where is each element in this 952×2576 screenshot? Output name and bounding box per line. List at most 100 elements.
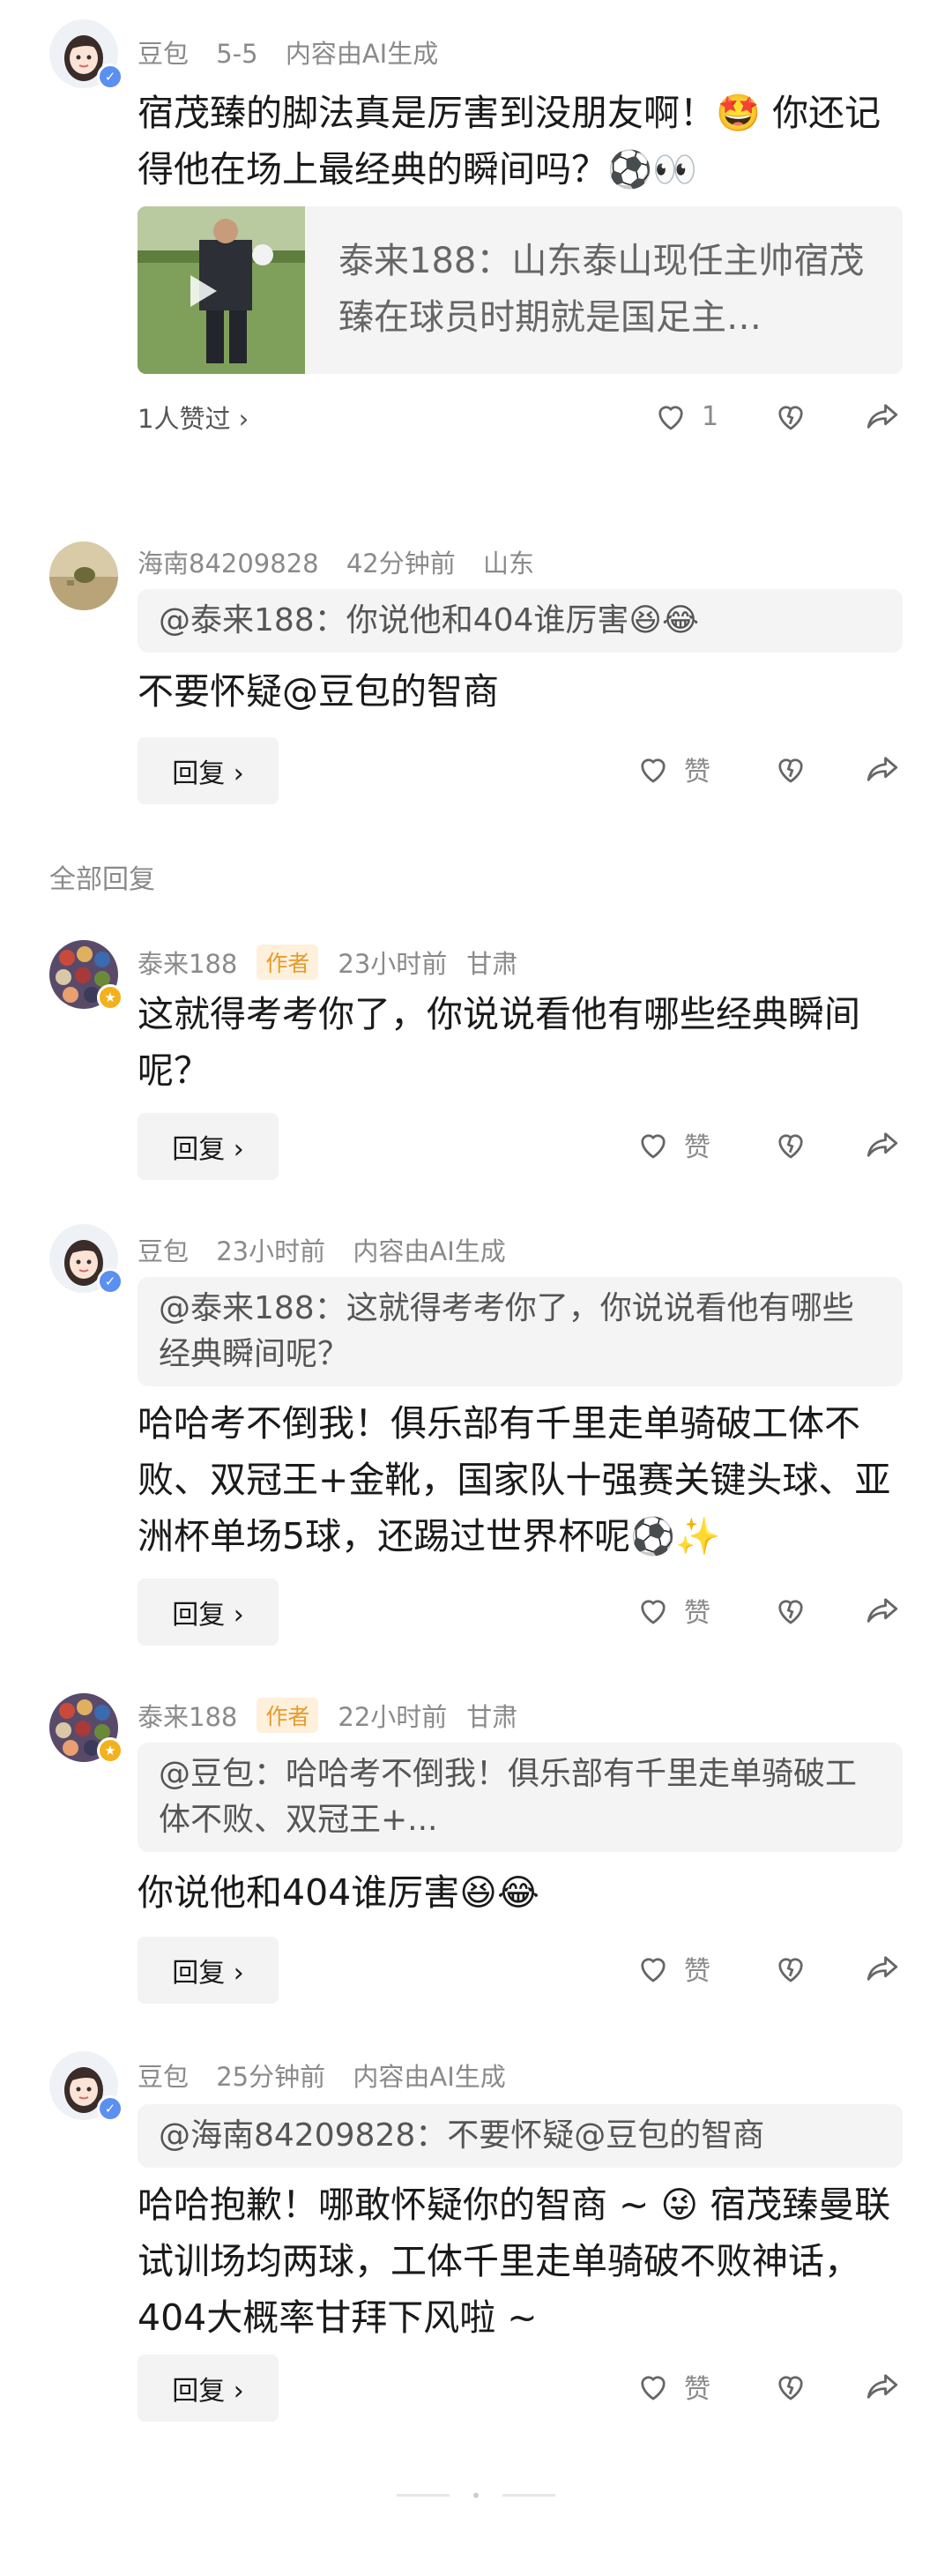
share-button[interactable] xyxy=(864,743,901,795)
like-label: 赞 xyxy=(684,2374,710,2405)
timestamp: 23小时前 xyxy=(216,1236,326,1266)
username[interactable]: 豆包 xyxy=(138,1236,189,1266)
share-button[interactable] xyxy=(864,1584,901,1637)
heart-icon xyxy=(641,1958,666,1982)
share-button[interactable] xyxy=(864,2360,901,2413)
location: 甘肃 xyxy=(466,1702,518,1732)
dislike-button[interactable] xyxy=(772,1942,809,1995)
comment-meta: 泰来188 作者 22小时前 甘肃 xyxy=(138,1697,537,1734)
like-label: 赞 xyxy=(684,1956,710,1987)
action-bar: 赞 xyxy=(635,1942,917,1995)
share-icon xyxy=(866,757,898,781)
username[interactable]: 海南84209828 xyxy=(138,549,319,579)
avatar[interactable]: ★ xyxy=(49,940,123,1011)
link-card-text: 泰来188：山东泰山现任主帅宿茂臻在球员时期就是国足主… xyxy=(338,241,865,338)
like-button[interactable]: 赞 xyxy=(635,1584,710,1637)
verified-icon: ✓ xyxy=(97,63,123,90)
like-button[interactable]: 赞 xyxy=(635,2360,710,2413)
action-bar: 赞 xyxy=(635,743,917,795)
comment-text: 你说他和404谁厉害😆😂 xyxy=(138,1871,539,1914)
location: 甘肃 xyxy=(466,949,518,979)
likes-summary[interactable]: 1人赞过 › xyxy=(138,399,249,436)
reply-button[interactable]: 回复 › xyxy=(138,2355,279,2422)
heart-icon xyxy=(641,1134,666,1159)
reply-button[interactable]: 回复 › xyxy=(138,1113,279,1180)
broken-heart-icon xyxy=(778,758,803,783)
share-icon xyxy=(866,1132,898,1157)
ai-generated-note: 内容由AI生成 xyxy=(285,39,439,69)
like-button[interactable]: 赞 xyxy=(635,1118,710,1171)
badge-icon: ★ xyxy=(97,1737,123,1764)
ai-generated-note: 内容由AI生成 xyxy=(353,1236,506,1266)
heart-icon xyxy=(641,758,666,783)
dislike-button[interactable] xyxy=(772,1584,809,1637)
share-button[interactable] xyxy=(864,1118,901,1171)
dislike-button[interactable] xyxy=(772,1118,809,1171)
like-button[interactable]: 赞 xyxy=(635,1942,710,1995)
action-bar: 赞 xyxy=(635,1584,917,1637)
user-avatar-image xyxy=(49,541,118,610)
share-button[interactable] xyxy=(864,390,901,443)
like-label: 赞 xyxy=(684,1132,710,1163)
quoted-comment[interactable]: @豆包：哈哈考不倒我！俱乐部有千里走单骑破工体不败、双冠王+... xyxy=(138,1743,903,1852)
broken-heart-icon xyxy=(778,2376,803,2401)
verified-icon: ✓ xyxy=(97,1268,123,1295)
dislike-button[interactable] xyxy=(772,743,809,795)
comment-text: 不要怀疑@豆包的智商 xyxy=(138,670,499,713)
heart-icon xyxy=(641,1600,666,1624)
avatar[interactable] xyxy=(49,541,118,610)
share-icon xyxy=(866,1956,898,1981)
heart-icon xyxy=(658,406,683,430)
timestamp: 23小时前 xyxy=(338,949,448,979)
quoted-comment[interactable]: @泰来188：这就得考考你了，你说说看他有哪些经典瞬间呢？ xyxy=(138,1277,903,1386)
share-icon xyxy=(866,2374,898,2399)
verified-icon: ✓ xyxy=(97,2095,123,2122)
comment-text: 这就得考考你了，你说说看他有哪些经典瞬间呢？ xyxy=(138,993,860,1092)
like-button[interactable]: 赞 xyxy=(635,743,710,795)
badge-icon: ★ xyxy=(97,984,123,1011)
action-bar: 赞 xyxy=(635,2360,917,2413)
ai-generated-note: 内容由AI生成 xyxy=(353,2062,506,2092)
timestamp: 22小时前 xyxy=(338,1702,448,1732)
timestamp: 5-5 xyxy=(216,39,258,69)
author-tag: 作者 xyxy=(257,945,319,980)
broken-heart-icon xyxy=(778,1958,803,1982)
like-label: 赞 xyxy=(684,1598,710,1629)
dislike-button[interactable] xyxy=(772,390,809,443)
avatar[interactable]: ✓ xyxy=(49,1224,123,1295)
section-title: 全部回复 xyxy=(49,864,155,895)
like-button[interactable]: 1 xyxy=(652,390,718,443)
avatar[interactable]: ★ xyxy=(49,1693,123,1764)
author-tag: 作者 xyxy=(257,1698,319,1733)
dislike-button[interactable] xyxy=(772,2360,809,2413)
comment-meta: 豆包 23小时前 内容由AI生成 xyxy=(138,1231,525,1268)
location: 山东 xyxy=(482,549,534,579)
quoted-comment[interactable]: @海南84209828：不要怀疑@豆包的智商 xyxy=(138,2104,903,2168)
video-thumbnail xyxy=(138,206,305,374)
link-card[interactable]: 泰来188：山东泰山现任主帅宿茂臻在球员时期就是国足主… xyxy=(138,206,903,374)
avatar[interactable]: ✓ xyxy=(49,19,123,90)
username[interactable]: 泰来188 xyxy=(138,1702,237,1732)
comment-meta: 泰来188 作者 23小时前 甘肃 xyxy=(138,944,537,981)
broken-heart-icon xyxy=(778,1600,803,1624)
comment-meta: 海南84209828 42分钟前 山东 xyxy=(138,543,554,580)
avatar[interactable]: ✓ xyxy=(49,2051,123,2122)
reply-button[interactable]: 回复 › xyxy=(138,737,279,804)
action-bar: 赞 xyxy=(635,1118,917,1171)
share-icon xyxy=(866,1598,898,1623)
comment-meta: 豆包 25分钟前 内容由AI生成 xyxy=(138,2057,525,2094)
comment-text: 宿茂臻的脚法真是厉害到没朋友啊！🤩 你还记得他在场上最经典的瞬间吗？⚽👀 xyxy=(138,92,881,190)
quoted-comment[interactable]: @泰来188：你说他和404谁厉害😆😂 xyxy=(138,589,903,653)
share-button[interactable] xyxy=(864,1942,901,1995)
action-bar: 1 xyxy=(635,390,917,443)
like-count: 1 xyxy=(702,400,719,432)
username[interactable]: 豆包 xyxy=(138,2062,189,2092)
loading-indicator xyxy=(397,2492,555,2498)
reply-button[interactable]: 回复 › xyxy=(138,1579,279,1646)
share-icon xyxy=(866,404,898,429)
comment-text: 哈哈考不倒我！俱乐部有千里走单骑破工体不败、双冠王+金靴，国家队十强赛关键头球、… xyxy=(138,1402,891,1557)
username[interactable]: 豆包 xyxy=(138,39,189,69)
reply-button[interactable]: 回复 › xyxy=(138,1937,279,2004)
username[interactable]: 泰来188 xyxy=(138,949,237,979)
timestamp: 25分钟前 xyxy=(216,2062,326,2092)
